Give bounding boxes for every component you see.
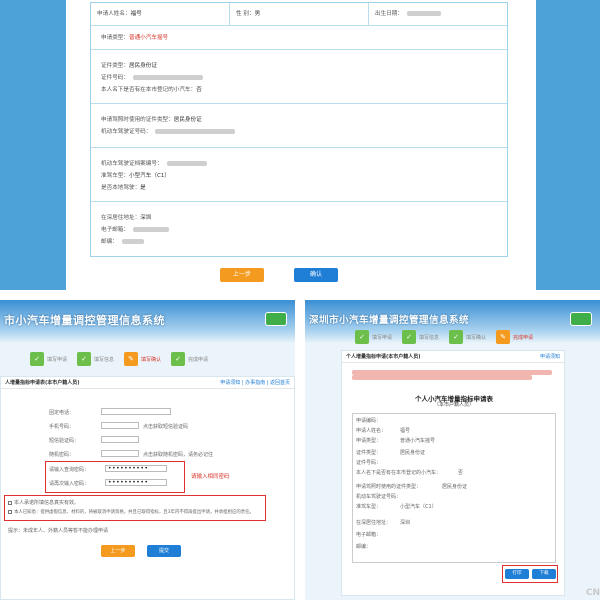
checkbox-icon[interactable] [8,500,12,505]
form-header: 人增量指标申请表(本市户籍人员) 申请须知 | 办事指南 | 返回首页 [1,377,294,389]
receipt-paper: 个人增量指标申请(本市户籍人员) 申请须知 个人小汽车增量指标申请表 （本市户籍… [341,350,565,596]
step-3: ✎ 填写确认 [124,352,161,366]
confirm-password-input[interactable]: •••••••••• [105,479,167,486]
system-logo [570,312,592,326]
application-receipt-screenshot: 深圳市小汽车增量调控管理信息系统 ✓ 填写申请 ✓ 填写信息 ✓ 填写确认 ✎ 完成申请… [305,300,600,600]
blurred-license-number [155,129,236,134]
birth-cell: 出生日期： [369,3,507,25]
step-indicator: ✓ 填写申请 ✓ 填写信息 ✎ 填写确认 ✓ 完成申请 [30,352,208,366]
system-title: 深圳市小汽车增量调控管理信息系统 [309,315,470,326]
step-4: ✎ 完成申请 [496,330,533,344]
applicant-info-table: 申请人姓名：福号 性 别：男 出生日期： 申请类型：普通小汽车摇号 证件类型：居… [90,2,508,257]
row-driving: 机动车驾驶证档案编号： 准驾车型：小型汽车（C1） 是否本地驾驶：是 [91,148,507,202]
blurred-id-number [132,75,203,80]
checkbox-icon[interactable] [8,509,12,514]
step-check-icon: ✓ [402,330,417,344]
system-banner: 市小汽车增量调控管理信息系统 [0,300,295,344]
footnote: 提示：未成年人、外籍人员等暂不能办理申请 [8,528,109,534]
blurred-email [132,227,169,232]
step-1: ✓ 填写申请 [355,330,392,344]
step-2: ✓ 填写信息 [402,330,439,344]
step-check-icon: ✓ [77,352,92,366]
name-cell: 申请人姓名：福号 [91,3,230,25]
prev-button[interactable]: 上一步 [101,545,135,557]
query-password-input[interactable]: •••••••••• [105,465,167,472]
gender-cell: 性 别：男 [230,3,369,25]
step-4: ✓ 完成申请 [171,352,208,366]
confirm-button[interactable]: 确认 [294,268,338,282]
random-password-input[interactable] [101,450,139,457]
phone-input[interactable] [101,408,171,415]
mobile-input[interactable] [101,422,139,429]
sms-code-link[interactable]: 点击获取短信验证码 [143,423,188,430]
receipt-header: 个人增量指标申请(本市户籍人员) 申请须知 [342,351,564,363]
row-id: 证件类型：居民身份证 证件号码： 本人名下是否有在本市登记的小汽车：否 [91,50,507,104]
confirm-form-card: 申请人姓名：福号 性 别：男 出生日期： 申请类型：普通小汽车摇号 证件类型：居… [66,0,536,290]
download-button[interactable]: 下载 [532,569,556,579]
step-1: ✓ 填写申请 [30,352,67,366]
step-3: ✓ 填写确认 [449,330,486,344]
random-password-link[interactable]: 点击获取随机密码，请务必记住 [143,451,213,458]
system-logo [265,312,287,326]
form-paper: 人增量指标申请表(本市户籍人员) 申请须知 | 办事指南 | 返回首页 固定电话… [0,376,295,600]
blurred-birthdate [406,11,441,16]
top-screenshot: 申请人姓名：福号 性 别：男 出生日期： 申请类型：普通小汽车摇号 证件类型：居… [0,0,600,290]
agree-2[interactable]: 本人已知悉：提供虚假信息、材料的，将被取消申请资格，并且已取得指标，且3年内不得… [8,509,254,515]
step-2: ✓ 填写信息 [77,352,114,366]
system-title: 市小汽车增量调控管理信息系统 [4,314,165,327]
step-check-icon: ✓ [30,352,44,366]
receipt-header-link[interactable]: 申请须知 [540,351,560,362]
print-button[interactable]: 打印 [505,569,529,579]
row-basic: 申请人姓名：福号 性 别：男 出生日期： [91,3,507,26]
form-header-links[interactable]: 申请须知 | 办事指南 | 返回首页 [220,377,290,388]
prev-button[interactable]: 上一步 [220,268,264,282]
watermark: CN [585,588,600,598]
sms-code-input[interactable] [101,436,139,443]
notice-text [348,369,560,385]
step-check-icon: ✓ [449,330,464,344]
step-indicator: ✓ 填写申请 ✓ 填写信息 ✓ 填写确认 ✎ 完成申请 [355,330,533,344]
receipt-subtitle: （本市户籍人员） [433,402,474,408]
blurred-file-number [166,161,207,166]
submit-button[interactable]: 提交 [147,545,181,557]
row-contact: 在深居住地址：深圳 电子邮箱： 邮编： [91,202,507,256]
step-check-icon: ✓ [355,330,369,344]
blurred-postcode [121,239,144,244]
step-edit-icon: ✎ [124,352,139,366]
agree-1[interactable]: 本人承诺所填信息真实有效。 [8,499,79,506]
application-form-screenshot: 市小汽车增量调控管理信息系统 ✓ 填写申请 ✓ 填写信息 ✎ 填写确认 ✓ 完成申请 人… [0,300,295,600]
row-license: 申请驾照时使用的证件类型：居民身份证 机动车驾驶证号码： [91,104,507,148]
step-done-icon: ✓ [171,352,186,366]
step-done-icon: ✎ [496,330,511,344]
row-type: 申请类型：普通小汽车摇号 [91,26,507,50]
password-annotation: 请输入相同密码 [191,474,230,480]
